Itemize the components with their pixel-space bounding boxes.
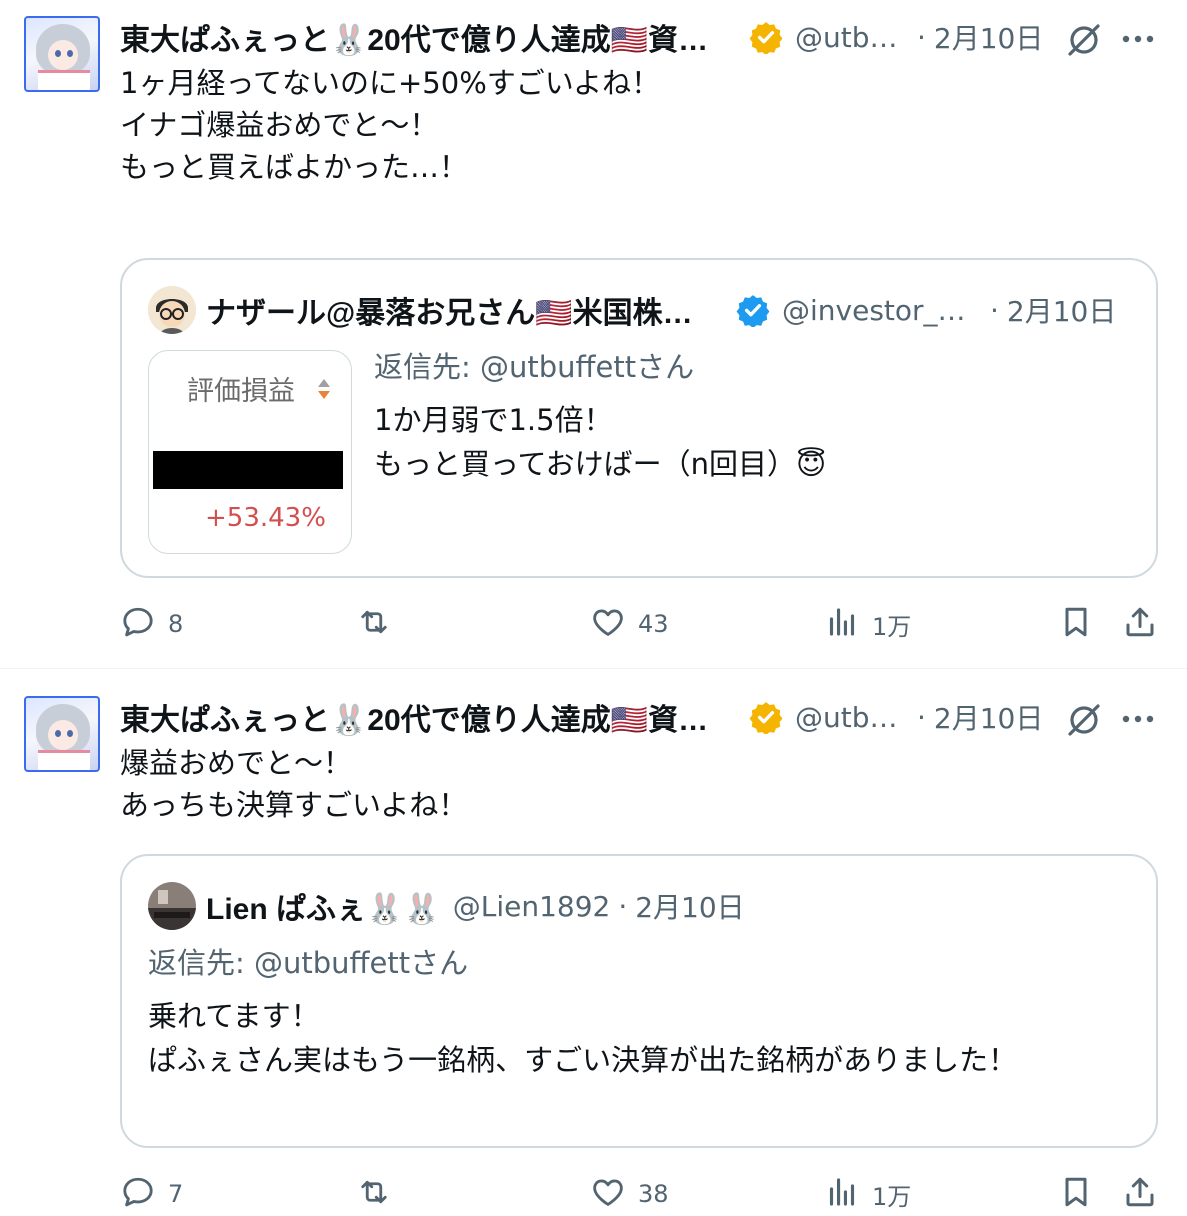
gain-percentage: +53.43% [205,503,326,533]
separator-dot: · [990,293,999,327]
quoted-tweet[interactable]: Lien ぱふぇ🐰🐰 @Lien1892 · 2月10日 返信先: @utbuf… [120,854,1158,1148]
quoted-text-line: もっと買っておけばー（n回目）😇 [374,447,827,481]
quoted-text-line: ぱふぇさん実はもう一銘柄、すごい決算が出た銘柄がありました！ [148,1043,1018,1077]
more-icon[interactable] [1118,22,1158,56]
redacted-bar [153,451,343,489]
quoted-date[interactable]: 2月10日 [635,886,744,926]
quoted-avatar[interactable] [148,286,196,334]
views-icon [824,604,860,644]
tweet-text: 爆益おめでと〜！ あっちも決算すごいよね！ [120,742,467,826]
reply-count: 8 [168,610,184,638]
quoted-text-line: 1か月弱で1.5倍！ [374,403,613,437]
reply-button[interactable]: 8 [120,602,183,646]
tweet[interactable]: 東大ぱふぇっと🐰20代で億り人達成🇺🇸資産運用 @utbuffett · 2月1… [0,0,1187,668]
tweet-date[interactable]: 2月10日 [934,697,1043,737]
grok-icon[interactable] [1064,20,1104,60]
like-count: 38 [638,1180,669,1208]
avatar[interactable] [24,16,100,92]
action-bar: 7 38 1万 [120,1172,1160,1216]
verified-gold-icon[interactable] [749,20,783,54]
more-icon[interactable] [1118,702,1158,736]
quoted-date[interactable]: 2月10日 [1007,290,1116,330]
separator-dot: · [917,700,926,734]
reply-count: 7 [168,1180,184,1208]
tweet[interactable]: 東大ぱふぇっと🐰20代で億り人達成🇺🇸資産運用 @utbuffett · 2月1… [0,680,1187,1212]
sort-icon [317,377,331,401]
views-button[interactable]: 1万 [824,1172,911,1216]
separator-dot: · [618,889,628,923]
author-handle[interactable]: @utbuffett [795,21,903,54]
tweet-date[interactable]: 2月10日 [934,17,1043,57]
share-button[interactable] [1122,1172,1158,1216]
reply-button[interactable]: 7 [120,1172,183,1216]
like-icon [590,604,626,644]
separator-dot: · [917,20,926,54]
bookmark-icon [1058,1174,1094,1214]
tweet-text-line: 1ヶ月経ってないのに+50%すごいよね！ [120,66,661,100]
quoted-header: ナザール@暴落お兄さん🇺🇸米国株投資家 @investor_Nazar · 2月… [206,288,1116,332]
verified-blue-icon[interactable] [736,293,770,327]
like-count: 43 [638,610,669,638]
views-count: 1万 [872,612,912,641]
quoted-author-name[interactable]: Lien ぱふぇ🐰🐰 [206,884,441,928]
quoted-author-name[interactable]: ナザール@暴落お兄さん🇺🇸米国株投資家 [206,288,718,332]
share-icon [1122,1174,1158,1214]
share-button[interactable] [1122,602,1158,646]
like-button[interactable]: 43 [590,602,669,646]
quoted-text-line: 乗れてます！ [148,999,320,1033]
repost-button[interactable] [356,602,404,646]
bookmark-icon [1058,604,1094,644]
image-label: 評価損益 [187,376,295,407]
tweet-header: 東大ぱふぇっと🐰20代で億り人達成🇺🇸資産運用 @utbuffett · 2月1… [120,16,1043,58]
tweet-text: 1ヶ月経ってないのに+50%すごいよね！ イナゴ爆益おめでと〜！ もっと買えばよ… [120,62,660,188]
tweet-header: 東大ぱふぇっと🐰20代で億り人達成🇺🇸資産運用 @utbuffett · 2月1… [120,696,1043,738]
bookmark-button[interactable] [1058,1172,1094,1216]
verified-gold-icon[interactable] [749,700,783,734]
action-bar: 8 43 1万 [120,602,1160,646]
author-handle[interactable]: @utbuffett [795,701,903,734]
author-name[interactable]: 東大ぱふぇっと🐰20代で億り人達成🇺🇸資産運用 [120,695,715,739]
grok-icon[interactable] [1064,700,1104,740]
quoted-header: Lien ぱふぇ🐰🐰 @Lien1892 · 2月10日 [206,884,745,928]
tweet-text-line: 爆益おめでと〜！ [120,746,353,780]
quoted-tweet[interactable]: ナザール@暴落お兄さん🇺🇸米国株投資家 @investor_Nazar · 2月… [120,258,1158,578]
tweet-text-line: あっちも決算すごいよね！ [120,788,468,822]
tweet-text-line: もっと買えばよかった…！ [120,150,469,184]
repost-icon [356,1174,392,1214]
avatar[interactable] [24,696,100,772]
bookmark-button[interactable] [1058,602,1094,646]
like-button[interactable]: 38 [590,1172,669,1216]
reply-icon [120,604,156,644]
author-name[interactable]: 東大ぱふぇっと🐰20代で億り人達成🇺🇸資産運用 [120,15,715,59]
share-icon [1122,604,1158,644]
quoted-text: 乗れてます！ ぱふぇさん実はもう一銘柄、すごい決算が出た銘柄がありました！ [148,994,1017,1082]
reply-to-label[interactable]: 返信先: @utbuffettさん [374,344,694,386]
like-icon [590,1174,626,1214]
reply-icon [120,1174,156,1214]
repost-button[interactable] [356,1172,404,1216]
views-button[interactable]: 1万 [824,602,911,646]
repost-icon [356,604,392,644]
tweet-text-line: イナゴ爆益おめでと〜！ [120,108,439,142]
quoted-author-handle[interactable]: @Lien1892 [453,890,611,923]
quoted-text: 1か月弱で1.5倍！ もっと買っておけばー（n回目）😇 [374,398,826,486]
quoted-author-handle[interactable]: @investor_Nazar [782,294,982,327]
views-count: 1万 [872,1182,912,1211]
quoted-image[interactable]: 評価損益 +53.43% [148,350,352,554]
quoted-avatar[interactable] [148,882,196,930]
reply-to-label[interactable]: 返信先: @utbuffettさん [148,940,468,982]
tweet-divider [0,668,1187,669]
views-icon [824,1174,860,1214]
